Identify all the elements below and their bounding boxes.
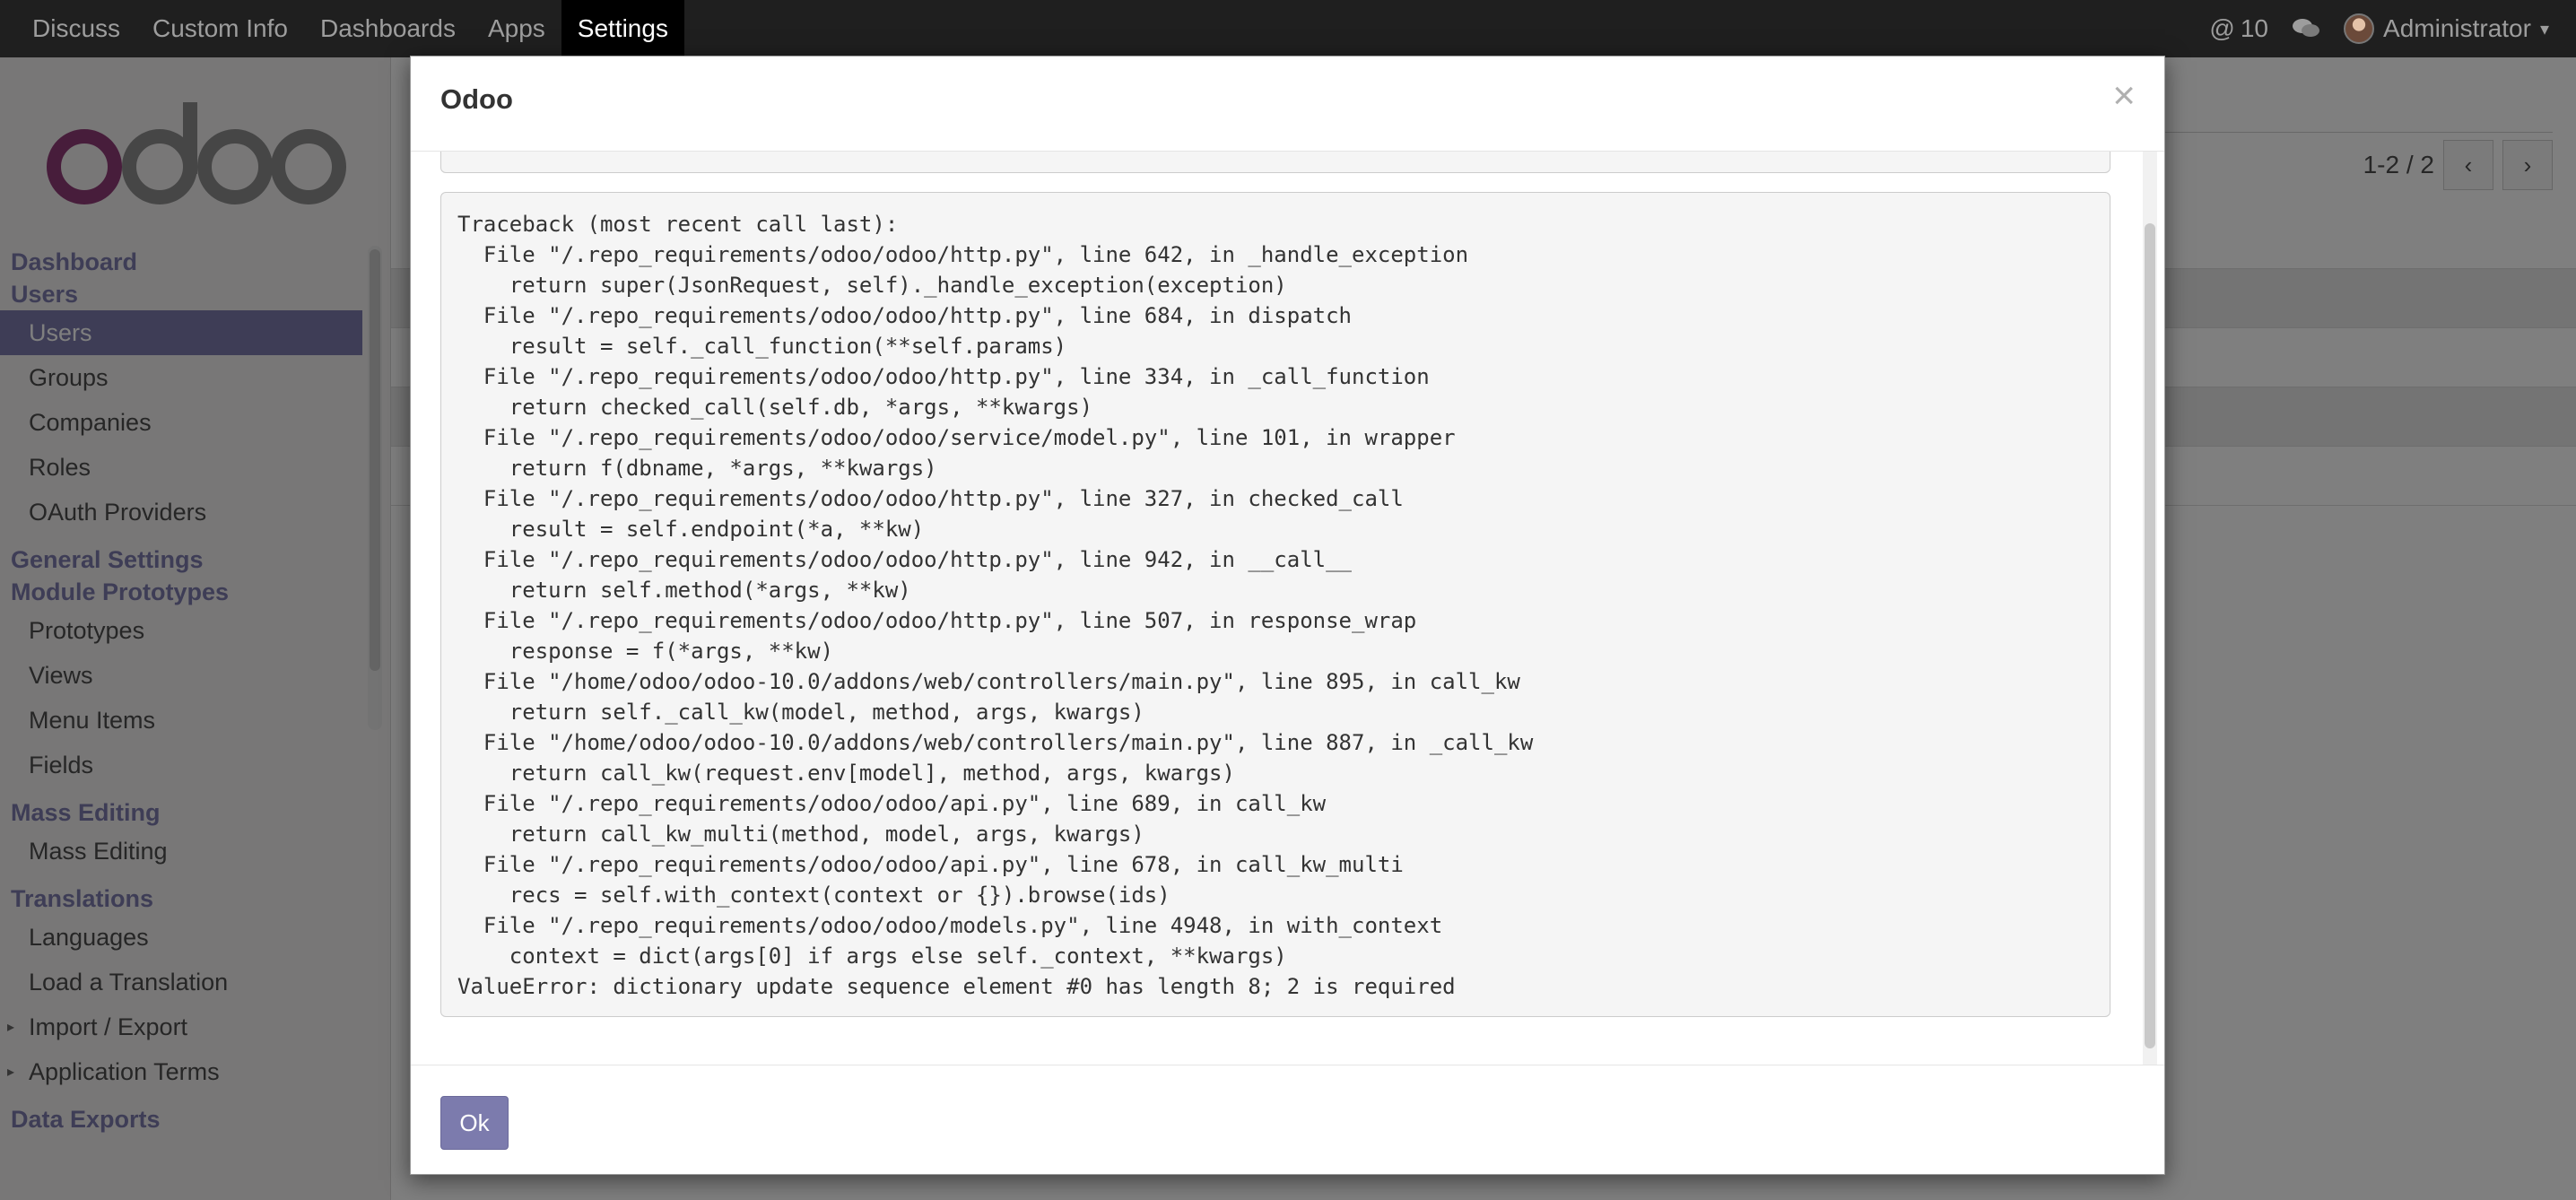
traceback-line: return self._call_kw(model, method, args… [457,700,1144,725]
traceback-line: return call_kw_multi(method, model, args… [457,822,1144,847]
traceback-line: return super(JsonRequest, self)._handle_… [457,273,1287,298]
chat-bubbles-icon[interactable] [2292,17,2320,40]
traceback-line: File "/home/odoo/odoo-10.0/addons/web/co… [457,730,1534,755]
ok-button[interactable]: Ok [440,1096,509,1150]
traceback-line: ValueError: dictionary update sequence e… [457,974,1456,999]
at-icon: @ [2209,14,2235,42]
traceback-line: File "/.repo_requirements/odoo/odoo/mode… [457,913,1443,938]
traceback-line: Traceback (most recent call last): [457,212,899,237]
navbar-systray: @ 10 Administrator ▾ [2209,0,2549,57]
nav-item-custom-info[interactable]: Custom Info [136,0,304,57]
nav-item-apps[interactable]: Apps [472,0,561,57]
traceback-line: response = f(*args, **kw) [457,639,834,664]
error-dialog: Odoo × Traceback (most recent call last)… [410,56,2165,1175]
dialog-header: Odoo × [411,57,2164,152]
traceback-line: context = dict(args[0] if args else self… [457,943,1287,969]
traceback-line: File "/.repo_requirements/odoo/odoo/http… [457,242,1469,267]
error-message-box [440,152,2110,173]
traceback-line: result = self._call_function(**self.para… [457,334,1067,359]
traceback-line: File "/.repo_requirements/odoo/odoo/api.… [457,852,1404,877]
caret-down-icon: ▾ [2539,19,2549,39]
user-menu[interactable]: Administrator ▾ [2344,13,2549,44]
traceback-line: File "/.repo_requirements/odoo/odoo/serv… [457,425,1456,450]
dialog-scrollbar-thumb[interactable] [2145,223,2155,1048]
traceback-line: File "/.repo_requirements/odoo/odoo/http… [457,608,1417,633]
traceback-line: File "/.repo_requirements/odoo/odoo/http… [457,364,1430,389]
mentions-count: 10 [2240,14,2269,42]
nav-item-dashboards[interactable]: Dashboards [304,0,472,57]
traceback-line: File "/home/odoo/odoo-10.0/addons/web/co… [457,669,1520,694]
user-name: Administrator [2383,14,2531,42]
traceback-line: return f(dbname, *args, **kwargs) [457,456,937,481]
traceback-text: Traceback (most recent call last): File … [457,209,2093,1002]
nav-item-discuss[interactable]: Discuss [16,0,136,57]
traceback-line: File "/.repo_requirements/odoo/odoo/http… [457,547,1352,572]
close-icon[interactable]: × [2112,76,2136,116]
dialog-body: Traceback (most recent call last): File … [411,152,2164,1065]
traceback-line: result = self.endpoint(*a, **kw) [457,517,925,542]
traceback-line: File "/.repo_requirements/odoo/odoo/http… [457,303,1352,328]
top-navbar: Discuss Custom Info Dashboards Apps Settings… [0,0,2576,57]
traceback-line: recs = self.with_context(context or {}).… [457,883,1171,908]
dialog-footer: Ok [411,1065,2164,1176]
traceback-line: return self.method(*args, **kw) [457,578,911,603]
nav-item-settings[interactable]: Settings [561,0,684,57]
traceback-line: File "/.repo_requirements/odoo/odoo/api.… [457,791,1327,816]
traceback-line: return call_kw(request.env[model], metho… [457,761,1235,786]
dialog-title: Odoo [440,83,513,115]
app-menu: Discuss Custom Info Dashboards Apps Settings [0,0,684,57]
traceback-line: File "/.repo_requirements/odoo/odoo/http… [457,486,1404,511]
avatar [2344,13,2375,44]
traceback-line: return checked_call(self.db, *args, **kw… [457,395,1093,420]
mentions-indicator[interactable]: @ 10 [2209,14,2268,43]
traceback-box: Traceback (most recent call last): File … [440,192,2110,1017]
